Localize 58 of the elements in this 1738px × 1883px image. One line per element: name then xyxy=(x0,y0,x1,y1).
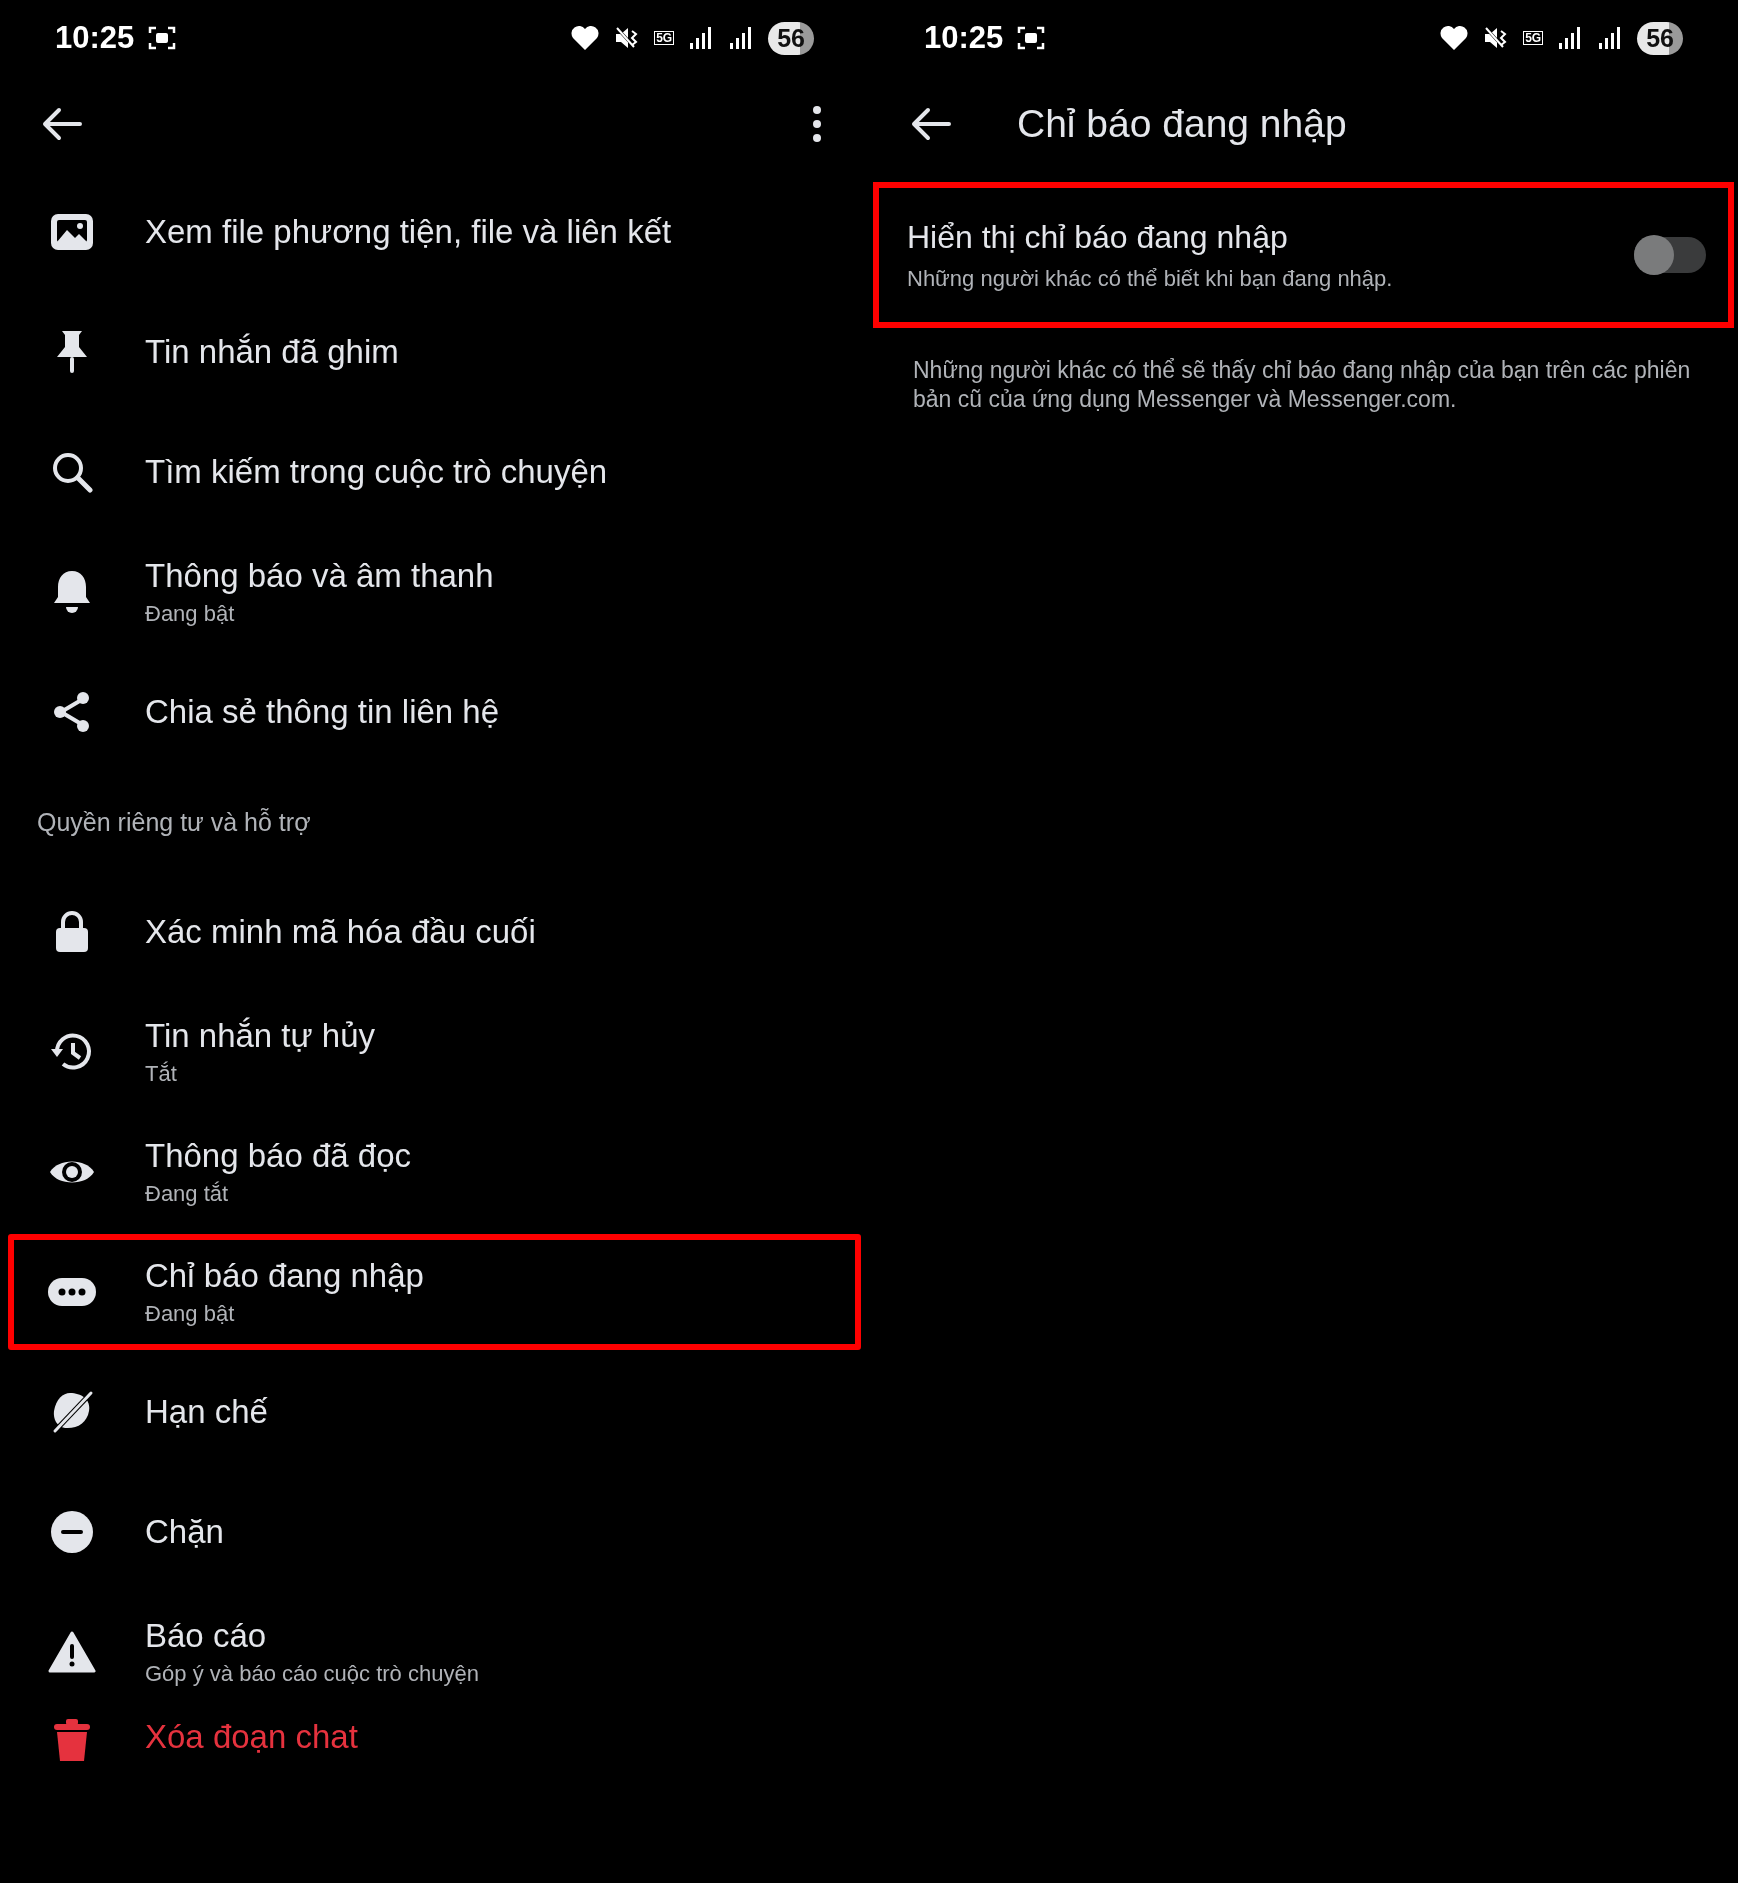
picture-icon xyxy=(49,212,95,252)
item-title: Tin nhắn tự hủy xyxy=(145,1017,375,1055)
lock-icon xyxy=(54,910,90,954)
item-title: Tin nhắn đã ghim xyxy=(145,333,399,371)
network-indicator: 5G xyxy=(654,31,675,45)
warning-icon xyxy=(48,1631,96,1673)
item-title: Thông báo đã đọc xyxy=(145,1137,412,1175)
clock: 10:25 xyxy=(924,20,1004,56)
menu-item[interactable]: Hạn chế xyxy=(8,1352,861,1472)
menu-item[interactable]: Xóa đoạn chat xyxy=(8,1712,861,1772)
highlighted-menu-item[interactable]: Chỉ báo đang nhập Đang bật xyxy=(8,1234,861,1350)
search-icon xyxy=(51,451,93,493)
item-subtitle: Đang bật xyxy=(145,1301,236,1327)
menu-item[interactable]: Xem file phương tiện, file và liên kết xyxy=(8,172,861,292)
heart-icon xyxy=(1439,25,1470,51)
menu-item[interactable]: Chia sẻ thông tin liên hệ xyxy=(8,652,861,772)
screen-title: Chỉ báo đang nhập xyxy=(1017,102,1347,146)
menu-item[interactable]: Thông báo và âm thanh Đang bật xyxy=(8,532,861,652)
dots-icon xyxy=(47,1277,97,1307)
menu-item[interactable]: Tin nhắn tự hủy Tắt xyxy=(8,992,861,1112)
trash-icon xyxy=(52,1718,92,1762)
item-title: Chia sẻ thông tin liên hệ xyxy=(145,693,500,731)
section-header: Quyền riêng tư và hỗ trợ xyxy=(36,806,312,838)
battery-indicator: 56 xyxy=(1637,21,1683,55)
back-icon[interactable] xyxy=(911,107,951,141)
battery-indicator: 56 xyxy=(768,21,814,55)
item-title: Xem file phương tiện, file và liên kết xyxy=(145,213,672,251)
screenshot-icon xyxy=(1017,25,1046,51)
item-title: Tìm kiếm trong cuộc trò chuyện xyxy=(145,453,608,491)
clock: 10:25 xyxy=(55,20,135,56)
heart-icon xyxy=(570,25,601,51)
item-subtitle: Tắt xyxy=(145,1061,178,1087)
block-icon xyxy=(50,1510,94,1554)
item-title: Hạn chế xyxy=(145,1393,268,1431)
item-subtitle: Góp ý và báo cáo cuộc trò chuyện xyxy=(145,1661,479,1687)
item-subtitle: Đang tắt xyxy=(145,1181,230,1207)
setting-title: Hiển thị chỉ báo đang nhập xyxy=(907,218,1289,256)
item-title: Báo cáo xyxy=(145,1617,268,1655)
menu-item[interactable]: Tìm kiếm trong cuộc trò chuyện xyxy=(8,412,861,532)
menu-item[interactable]: Thông báo đã đọc Đang tắt xyxy=(8,1112,861,1232)
item-title: Thông báo và âm thanh xyxy=(145,557,494,595)
item-title: Xác minh mã hóa đầu cuối xyxy=(145,913,536,951)
item-title: Chặn xyxy=(145,1513,224,1551)
menu-item[interactable]: Tin nhắn đã ghim xyxy=(8,292,861,412)
menu-item[interactable]: Báo cáo Góp ý và báo cáo cuộc trò chuyện xyxy=(8,1592,861,1712)
item-subtitle: Đang bật xyxy=(145,601,236,627)
bell-icon xyxy=(52,569,92,615)
menu-item[interactable]: Chặn xyxy=(8,1472,861,1592)
network-indicator: 5G xyxy=(1523,31,1544,45)
menu-item[interactable]: Xác minh mã hóa đầu cuối xyxy=(8,872,861,992)
setting-description: Những người khác có thể biết khi bạn đang nhập. xyxy=(907,265,1394,292)
share-icon xyxy=(52,691,92,733)
back-icon[interactable] xyxy=(42,107,82,141)
item-title: Xóa đoạn chat xyxy=(145,1718,358,1756)
toggle-switch[interactable] xyxy=(1634,237,1706,273)
item-title: Chỉ báo đang nhập xyxy=(145,1257,424,1295)
screenshot-icon xyxy=(148,25,177,51)
info-note: Những người khác có thể sẽ thấy chỉ báo đang nhập của bạn trên các phiên bản cũ của ứng dụng Messenger và Messenger.com. xyxy=(913,356,1692,414)
